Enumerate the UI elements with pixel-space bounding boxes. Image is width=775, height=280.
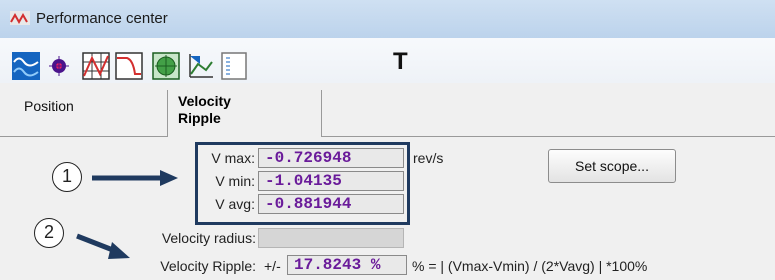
green-grid-icon[interactable] [152, 52, 180, 80]
velocity-ripple-prefix: +/- [264, 258, 281, 274]
grid-icon[interactable] [82, 52, 110, 80]
sine-wave-icon[interactable] [12, 52, 40, 80]
velocity-radius-label: Velocity radius: [161, 230, 256, 246]
annotation-arrow-2 [76, 233, 130, 259]
tab-velocity-label-line1: Velocity [178, 93, 231, 109]
tab-strip: Position Velocity Ripple [0, 90, 775, 137]
vmax-unit: rev/s [413, 150, 444, 166]
set-scope-button[interactable]: Set scope... [548, 149, 676, 183]
step-response-icon[interactable] [115, 52, 143, 80]
dot-target-icon[interactable] [45, 52, 73, 80]
list-view-icon[interactable] [220, 52, 248, 80]
app-icon [10, 11, 30, 25]
title-bar: Performance center [0, 0, 775, 38]
annotation-arrow-1 [92, 170, 178, 186]
window-title: Performance center [36, 10, 168, 27]
tab-position-label: Position [24, 98, 74, 114]
tab-velocity-label-line2: Ripple [178, 110, 221, 126]
velocity-ripple-formula: % = | (Vmax-Vmin) / (2*Vavg) | *100% [412, 258, 648, 274]
bode-plot-icon[interactable] [186, 52, 214, 80]
tab-velocity-ripple[interactable]: Velocity Ripple [167, 90, 322, 137]
annotation-circle-2: 2 [34, 218, 64, 248]
highlight-box [195, 142, 410, 225]
tab-position[interactable]: Position [14, 90, 164, 136]
velocity-radius-field [258, 228, 404, 248]
toolbar-text-t: T [393, 48, 408, 75]
annotation-circle-1: 1 [52, 162, 82, 192]
velocity-ripple-field: 17.8243 % [287, 255, 407, 275]
